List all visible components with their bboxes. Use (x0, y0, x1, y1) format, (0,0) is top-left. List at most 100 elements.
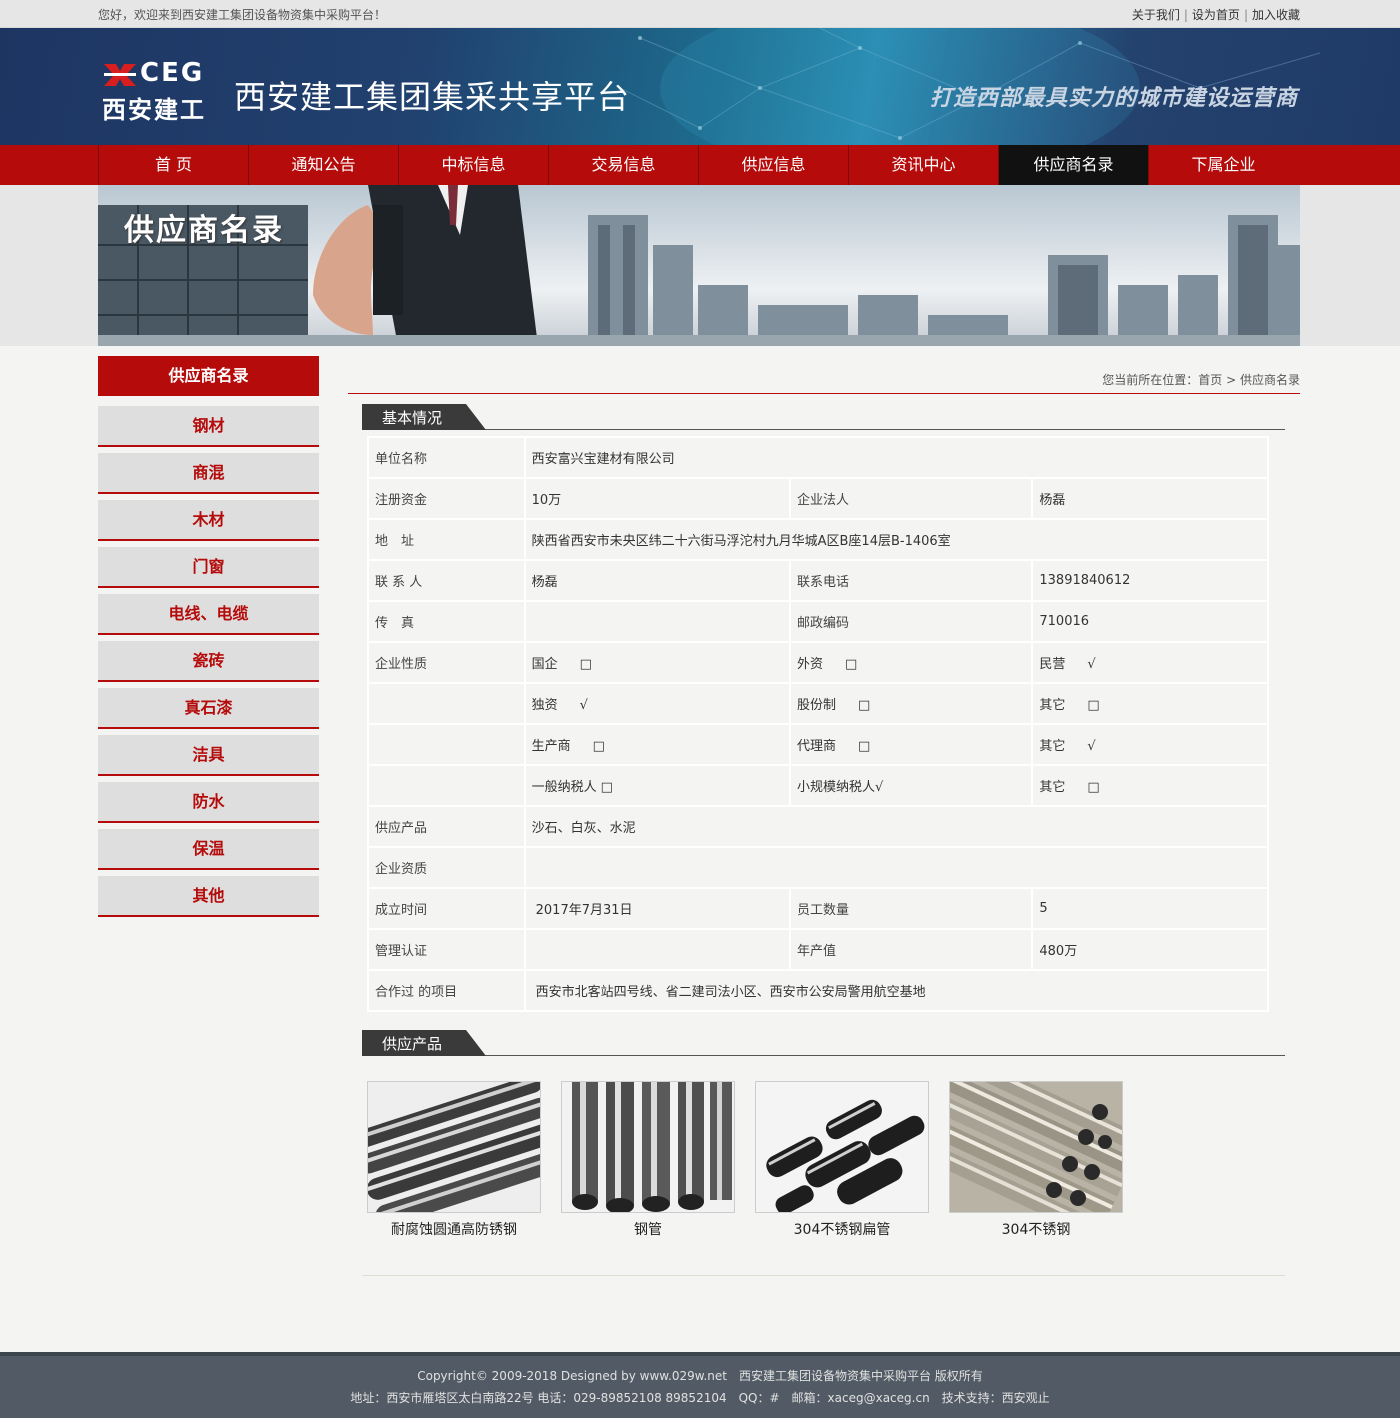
sidebar-item-stone-paint[interactable]: 真石漆 (98, 688, 319, 729)
contact-label: 联 系 人 (369, 561, 524, 600)
sidebar-item-sanitary[interactable]: 洁具 (98, 735, 319, 776)
hero-banner: 供应商名录 (98, 185, 1300, 346)
sidebar-item-doors-windows[interactable]: 门窗 (98, 547, 319, 588)
supplier-info-table: 单位名称 西安富兴宝建材有限公司 注册资金 10万 企业法人 杨磊 地 址 陕西… (367, 436, 1269, 1012)
sidebar-item-timber[interactable]: 木材 (98, 500, 319, 541)
table-row: 合作过 的项目 西安市北客站四号线、省二建司法小区、西安市公安局警用航空基地 (369, 971, 1267, 1010)
capital-label: 注册资金 (369, 479, 524, 518)
certification-value (525, 930, 789, 969)
product-caption[interactable]: 耐腐蚀圆通高防锈钢 (367, 1219, 541, 1239)
table-row: 联 系 人 杨磊 联系电话 13891840612 (369, 561, 1267, 600)
nature-option: 独资 √ (525, 684, 789, 723)
breadcrumb-separator: > (1222, 373, 1240, 387)
product-image[interactable] (367, 1081, 541, 1213)
sidebar-category-list: 钢材 商混 木材 门窗 电线、电缆 瓷砖 真石漆 洁具 防水 保温 其他 (98, 406, 319, 923)
main-nav: 首 页 通知公告 中标信息 交易信息 供应信息 资讯中心 供应商名录 下属企业 (0, 145, 1400, 185)
staff-value: 5 (1033, 889, 1267, 928)
nature-option: 其它 □ (1033, 684, 1267, 723)
nav-item-news[interactable]: 资讯中心 (848, 145, 998, 185)
sidebar-item-tiles[interactable]: 瓷砖 (98, 641, 319, 682)
top-bar: 您好，欢迎来到西安建工集团设备物资集中采购平台！ 关于我们 | 设为首页 | 加入收藏 (0, 0, 1400, 28)
breadcrumb-home-link[interactable]: 首页 (1198, 373, 1222, 387)
table-row: 传 真 邮政编码 710016 (369, 602, 1267, 641)
slogan: 打造西部最具实力的城市建设运营商 (930, 86, 1299, 111)
sidebar-item-insulation[interactable]: 保温 (98, 829, 319, 870)
logo-ceg-text: CEG (140, 58, 205, 88)
product-image[interactable] (561, 1081, 735, 1213)
product-caption[interactable]: 钢管 (561, 1219, 735, 1239)
table-row: 企业资质 (369, 848, 1267, 887)
nature-option: 国企 □ (525, 643, 789, 682)
supply-products-section-title: 供应产品 (382, 1035, 443, 1053)
product-caption[interactable]: 304不锈钢 (949, 1219, 1123, 1239)
product-card[interactable]: 耐腐蚀圆通高防锈钢 (367, 1081, 541, 1239)
product-card[interactable]: 304不锈钢 (949, 1081, 1123, 1239)
checkbox-mark: □ (600, 780, 613, 795)
contact-value: 杨磊 (525, 561, 789, 600)
phone-label: 联系电话 (790, 561, 1032, 600)
staff-label: 员工数量 (790, 889, 1032, 928)
empty-cell (369, 725, 524, 764)
address-value: 陕西省西安市未央区纬二十六街马浮沱村九月华城A区B座14层B-1406室 (525, 520, 1267, 559)
product-card[interactable]: 钢管 (561, 1081, 735, 1239)
checkbox-mark: □ (579, 657, 592, 672)
table-row: 供应产品 沙石、白灰、水泥 (369, 807, 1267, 846)
sidebar-item-steel[interactable]: 钢材 (98, 406, 319, 447)
sidebar-item-concrete[interactable]: 商混 (98, 453, 319, 494)
nav-item-subsidiaries[interactable]: 下属企业 (1148, 145, 1298, 185)
nav-item-notices[interactable]: 通知公告 (248, 145, 398, 185)
nature-option: 生产商 □ (525, 725, 789, 764)
footer-copyright: Copyright© 2009-2018 Designed by www.029… (417, 1369, 983, 1383)
qualification-value (525, 848, 1267, 887)
product-gallery: 耐腐蚀圆通高防锈钢 钢管 304不锈钢扁管 304不锈钢 (367, 1081, 1147, 1241)
product-image[interactable] (755, 1081, 929, 1213)
table-row: 成立时间 2017年7月31日 员工数量 5 (369, 889, 1267, 928)
nav-item-home[interactable]: 首 页 (98, 145, 248, 185)
nature-option: 其它 □ (1033, 766, 1267, 805)
sidebar-item-other[interactable]: 其他 (98, 876, 319, 917)
fax-label: 传 真 (369, 602, 524, 641)
product-image[interactable] (949, 1081, 1123, 1213)
sidebar-item-waterproof[interactable]: 防水 (98, 782, 319, 823)
site-footer: Copyright© 2009-2018 Designed by www.029… (0, 1352, 1400, 1418)
add-favorite-link[interactable]: 加入收藏 (1252, 8, 1300, 22)
table-row: 独资 √ 股份制 □ 其它 □ (369, 684, 1267, 723)
breadcrumb: 您当前所在位置：首页 > 供应商名录 (348, 368, 1300, 394)
table-row: 地 址 陕西省西安市未央区纬二十六街马浮沱村九月华城A区B座14层B-1406室 (369, 520, 1267, 559)
nature-option: 股份制 □ (790, 684, 1032, 723)
legal-person-label: 企业法人 (790, 479, 1032, 518)
nav-item-suppliers[interactable]: 供应商名录 (998, 145, 1148, 185)
set-homepage-link[interactable]: 设为首页 (1192, 8, 1240, 22)
nav-item-supply[interactable]: 供应信息 (698, 145, 848, 185)
product-card[interactable]: 304不锈钢扁管 (755, 1081, 929, 1239)
table-row: 管理认证 年产值 480万 (369, 930, 1267, 969)
nature-option: 小规模纳税人√ (790, 766, 1032, 805)
checkbox-mark: □ (592, 739, 605, 754)
checkbox-mark: □ (844, 657, 858, 672)
site-header: CEG 西安建工 西安建工集团集采共享平台 打造西部最具实力的城市建设运营商 (0, 28, 1400, 145)
table-row: 注册资金 10万 企业法人 杨磊 (369, 479, 1267, 518)
annual-output-value: 480万 (1033, 930, 1267, 969)
table-row: 单位名称 西安富兴宝建材有限公司 (369, 438, 1267, 477)
checkbox-mark: □ (1087, 780, 1100, 795)
about-us-link[interactable]: 关于我们 (1132, 8, 1180, 22)
checkbox-mark: □ (857, 739, 871, 754)
logo-chinese-text: 西安建工 (102, 96, 206, 124)
product-caption[interactable]: 304不锈钢扁管 (755, 1219, 929, 1239)
content-divider (362, 1275, 1285, 1276)
founded-value: 2017年7月31日 (525, 889, 789, 928)
fax-value (525, 602, 789, 641)
nature-label: 企业性质 (369, 643, 524, 682)
top-links: 关于我们 | 设为首页 | 加入收藏 (1131, 8, 1300, 22)
sidebar-item-cables[interactable]: 电线、电缆 (98, 594, 319, 635)
unit-name-value: 西安富兴宝建材有限公司 (525, 438, 1267, 477)
nature-option: 民营 √ (1033, 643, 1267, 682)
nav-item-bid-results[interactable]: 中标信息 (398, 145, 548, 185)
unit-name-label: 单位名称 (369, 438, 524, 477)
checkbox-mark: □ (857, 698, 871, 713)
table-row: 企业性质 国企 □ 外资 □ 民营 √ (369, 643, 1267, 682)
site-logo[interactable]: CEG 西安建工 (102, 58, 214, 124)
table-row: 生产商 □ 代理商 □ 其它 √ (369, 725, 1267, 764)
nav-item-trading[interactable]: 交易信息 (548, 145, 698, 185)
basic-info-section-title: 基本情况 (382, 409, 443, 427)
